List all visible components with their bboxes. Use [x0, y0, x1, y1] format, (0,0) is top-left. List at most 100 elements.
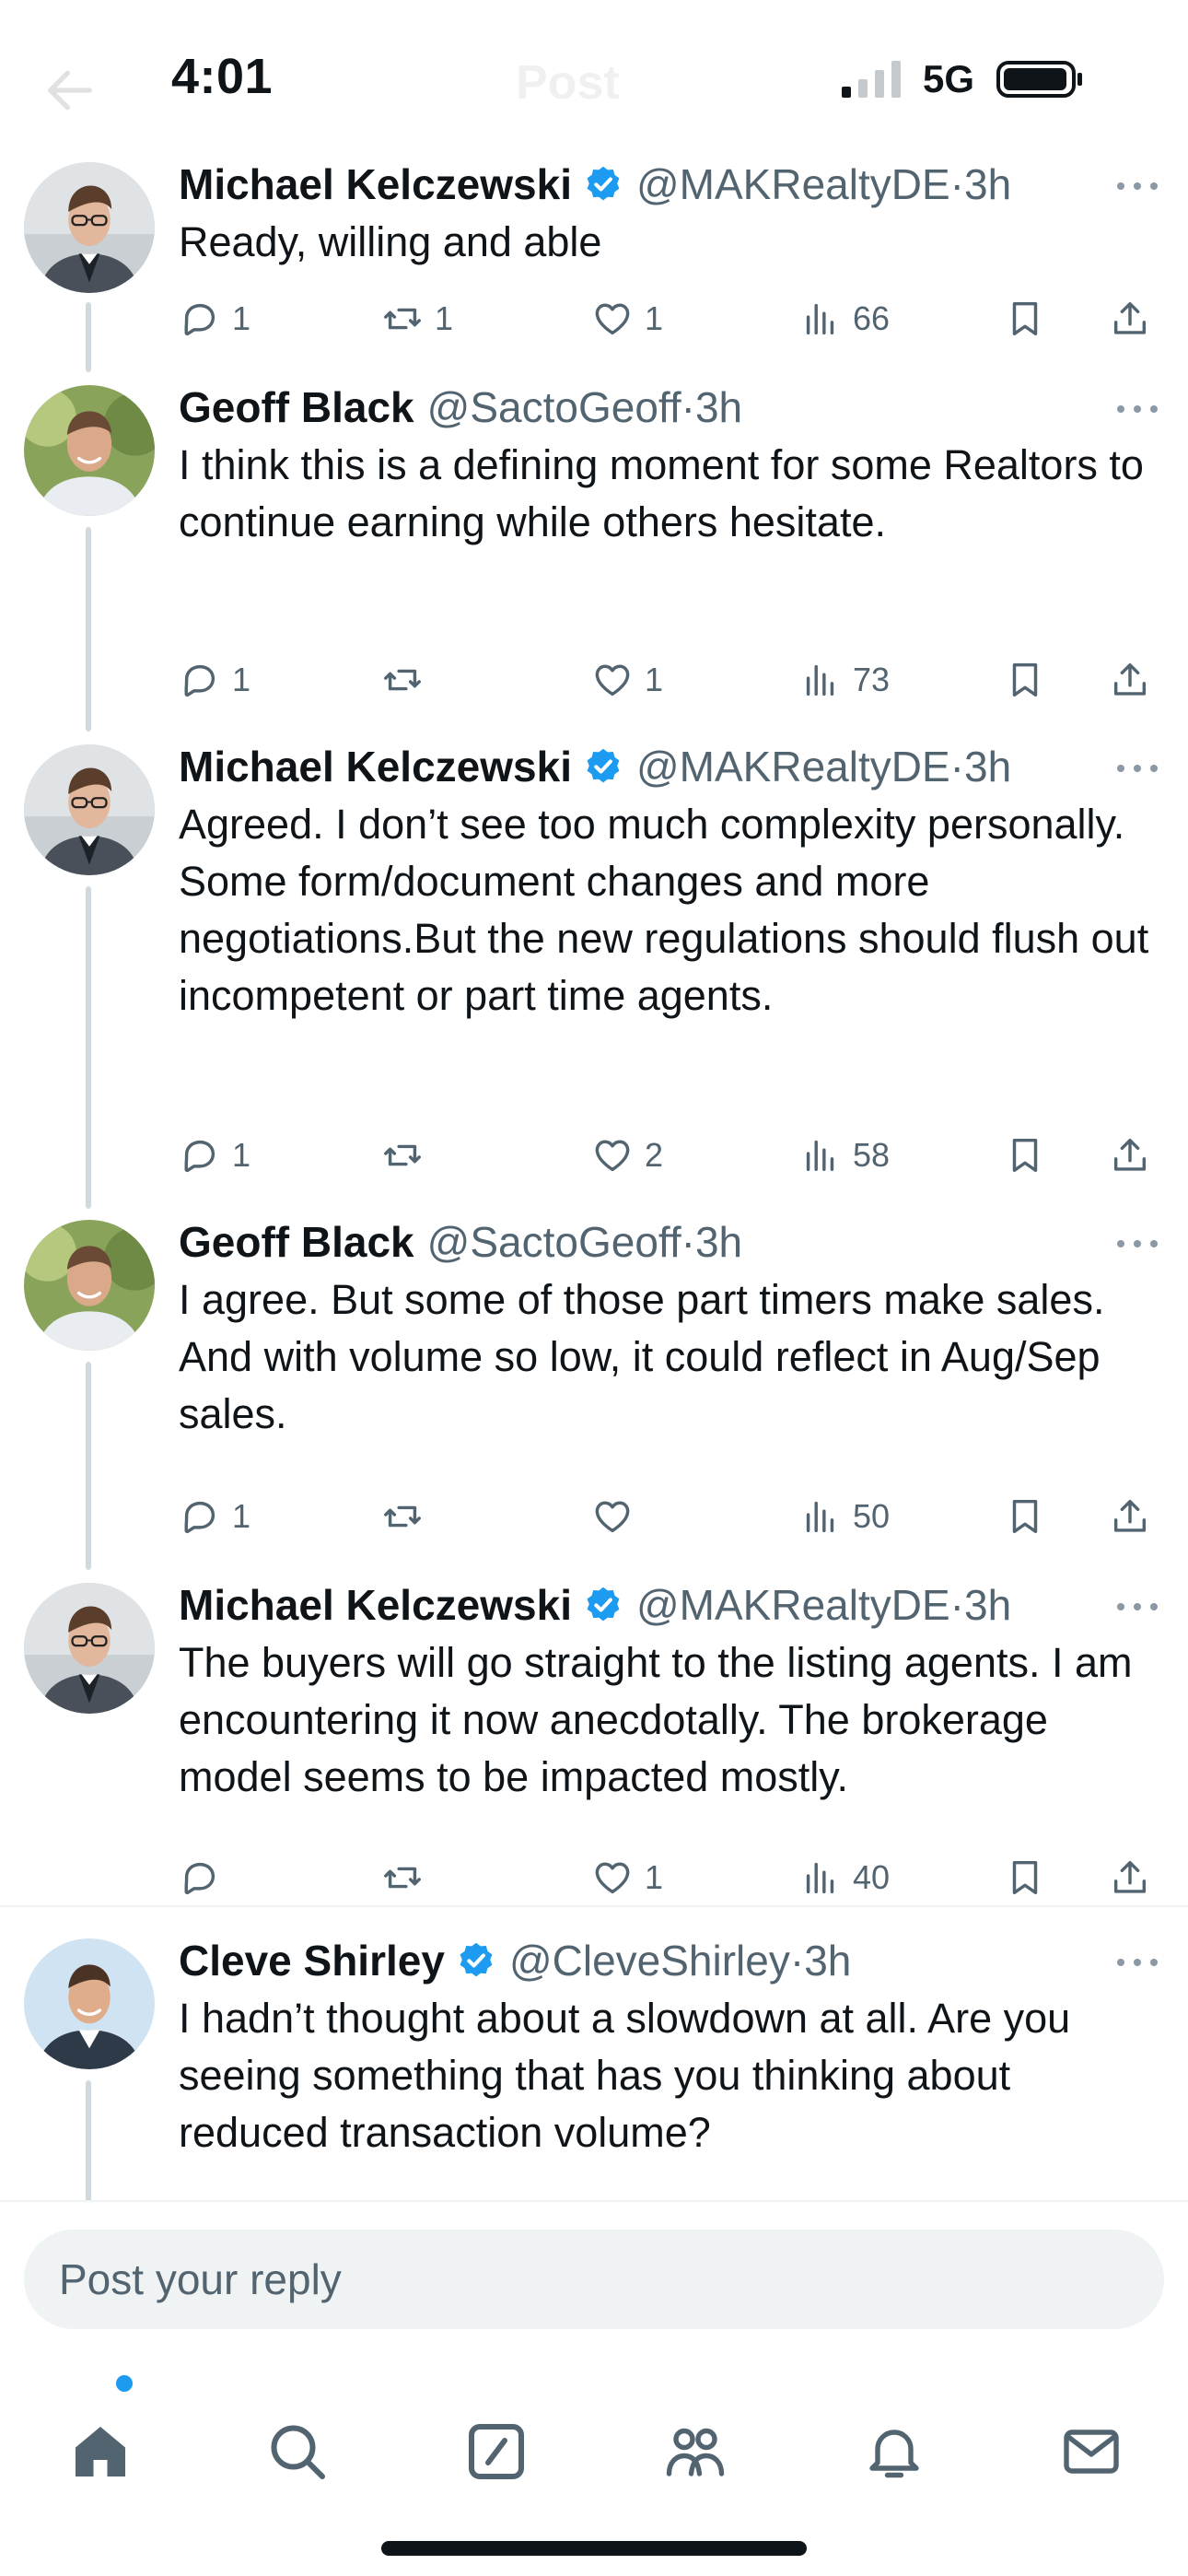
new-posts-indicator [116, 2375, 133, 2392]
share-button[interactable] [1109, 652, 1151, 708]
share-icon [1109, 659, 1151, 701]
bookmark-button[interactable] [1004, 1128, 1046, 1183]
reply-icon [179, 659, 221, 701]
separator-dot: · [949, 160, 964, 208]
view-count: 66 [853, 299, 891, 337]
verified-badge-icon [583, 1585, 623, 1625]
tweet-actions: 1 1 1 66 [179, 291, 1155, 346]
reply-input[interactable] [24, 2230, 1164, 2329]
views-button[interactable]: 50 [799, 1489, 890, 1544]
author-name[interactable]: Geoff Black [179, 1217, 414, 1267]
reply-button[interactable]: 1 [179, 1128, 250, 1183]
share-button[interactable] [1109, 291, 1151, 346]
author-name[interactable]: Cleve Shirley [179, 1936, 445, 1985]
repost-button[interactable] [381, 652, 435, 708]
share-button[interactable] [1109, 1850, 1151, 1905]
like-button[interactable]: 2 [591, 1128, 663, 1183]
tab-messages[interactable] [1052, 2412, 1131, 2491]
reply-button[interactable]: 1 [179, 291, 250, 346]
more-options-icon[interactable] [1114, 400, 1160, 418]
tab-communities[interactable] [656, 2412, 735, 2491]
bookmark-button[interactable] [1004, 652, 1046, 708]
author-name[interactable]: Michael Kelczewski [179, 742, 572, 791]
more-options-icon[interactable] [1114, 177, 1160, 195]
views-button[interactable]: 66 [799, 291, 890, 346]
tweet-text: I agree. But some of those part timers m… [179, 1276, 1105, 1437]
tab-home[interactable] [61, 2412, 140, 2491]
author-name[interactable]: Geoff Black [179, 382, 414, 432]
views-button[interactable]: 40 [799, 1850, 890, 1905]
avatar[interactable] [24, 385, 155, 516]
like-button[interactable]: 1 [591, 1850, 663, 1905]
views-button[interactable]: 58 [799, 1128, 890, 1183]
communities-icon [666, 2428, 725, 2476]
like-button[interactable]: 1 [591, 652, 663, 708]
author-name[interactable]: Michael Kelczewski [179, 159, 572, 209]
thread-line [86, 2080, 91, 2204]
separator-dot: · [681, 1218, 695, 1266]
avatar[interactable] [24, 1220, 155, 1351]
more-options-icon[interactable] [1114, 1953, 1160, 1972]
tweet[interactable]: Cleve Shirley @CleveShirley · 3h I hadn’… [0, 1907, 1188, 2204]
reply-button[interactable]: 1 [179, 1489, 250, 1544]
repost-button[interactable]: 1 [381, 291, 453, 346]
tweet[interactable]: Geoff Black @SactoGeoff · 3h I agree. Bu… [0, 1209, 1188, 1570]
separator-dot: · [949, 743, 964, 790]
avatar[interactable] [24, 1583, 155, 1714]
more-options-icon[interactable] [1114, 1598, 1160, 1616]
avatar[interactable] [24, 744, 155, 875]
reply-count: 1 [232, 661, 251, 698]
reply-button[interactable]: 1 [179, 652, 250, 708]
author-name[interactable]: Michael Kelczewski [179, 1580, 572, 1630]
tab-search[interactable] [258, 2412, 337, 2491]
views-button[interactable]: 73 [799, 652, 890, 708]
bookmark-icon [1004, 298, 1046, 340]
bookmark-button[interactable] [1004, 1489, 1046, 1544]
back-arrow-icon[interactable] [41, 61, 99, 120]
like-button[interactable]: 1 [591, 291, 663, 346]
tweet[interactable]: Michael Kelczewski @MAKRealtyDE · 3h Agr… [0, 732, 1188, 1209]
author-handle[interactable]: @MAKRealtyDE [636, 742, 950, 791]
home-indicator[interactable] [381, 2541, 807, 2556]
tweet-text: I hadn’t thought about a slowdown at all… [179, 1995, 1071, 2156]
network-type: 5G [923, 57, 975, 100]
tweet[interactable]: Michael Kelczewski @MAKRealtyDE · 3h Rea… [0, 155, 1188, 372]
avatar[interactable] [24, 1938, 155, 2069]
tweet-actions: 1 1 73 [179, 652, 1155, 708]
tweet[interactable]: Michael Kelczewski @MAKRealtyDE · 3h The… [0, 1570, 1188, 1907]
separator-dot: · [789, 1937, 805, 1985]
repost-button[interactable] [381, 1489, 435, 1544]
view-count: 50 [853, 1497, 891, 1535]
tweet-header: Michael Kelczewski @MAKRealtyDE · 3h [179, 157, 1011, 212]
views-icon [799, 1495, 842, 1538]
tweet[interactable]: Geoff Black @SactoGeoff · 3h I think thi… [0, 372, 1188, 732]
like-count: 1 [645, 1858, 664, 1896]
views-icon [799, 659, 842, 701]
avatar[interactable] [24, 162, 155, 293]
tab-notifications[interactable] [855, 2412, 934, 2491]
share-button[interactable] [1109, 1128, 1151, 1183]
reply-button[interactable] [179, 1850, 232, 1905]
bookmark-button[interactable] [1004, 291, 1046, 346]
verified-badge-icon [456, 1940, 496, 1981]
repost-button[interactable] [381, 1128, 435, 1183]
more-options-icon[interactable] [1114, 759, 1160, 778]
author-handle[interactable]: @SactoGeoff [427, 1217, 681, 1267]
author-handle[interactable]: @CleveShirley [509, 1936, 790, 1985]
like-button[interactable] [591, 1489, 645, 1544]
more-options-icon[interactable] [1114, 1235, 1160, 1253]
author-handle[interactable]: @SactoGeoff [427, 382, 681, 432]
tweet-time: 3h [963, 160, 1012, 208]
author-handle[interactable]: @MAKRealtyDE [636, 159, 950, 209]
share-button[interactable] [1109, 1489, 1151, 1544]
tweet-header: Michael Kelczewski @MAKRealtyDE · 3h [179, 1577, 1011, 1633]
author-handle[interactable]: @MAKRealtyDE [636, 1580, 950, 1630]
repost-button[interactable] [381, 1850, 435, 1905]
tab-compose[interactable] [457, 2412, 536, 2491]
tweet-time: 3h [963, 743, 1012, 790]
share-icon [1109, 298, 1151, 340]
tweet-header: Geoff Black @SactoGeoff · 3h [179, 380, 742, 435]
thread-screen: Post 4:01 5G Michael Kelczewski @MAKReal… [0, 0, 1188, 2576]
home-icon [76, 2427, 125, 2476]
bookmark-button[interactable] [1004, 1850, 1046, 1905]
